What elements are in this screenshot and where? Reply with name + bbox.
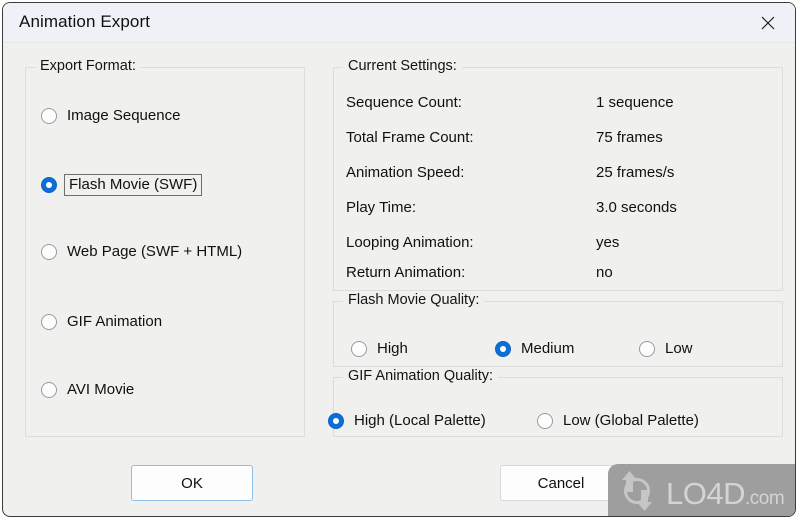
setting-row: Sequence Count: 1 sequence <box>334 94 782 114</box>
current-settings-group: Current Settings: Sequence Count: 1 sequ… <box>333 58 783 291</box>
setting-row: Looping Animation: yes <box>334 234 782 254</box>
radio-export-format-web-page[interactable]: Web Page (SWF + HTML) <box>41 244 242 260</box>
radio-label: High <box>377 340 408 357</box>
radio-label: AVI Movie <box>67 381 135 398</box>
title-bar: Animation Export <box>3 3 795 43</box>
radio-mark-icon <box>537 413 553 429</box>
radio-label: Medium <box>521 340 575 357</box>
setting-row: Animation Speed: 25 frames/s <box>334 164 782 184</box>
radio-label: High (Local Palette) <box>354 412 486 429</box>
circular-arrows-icon <box>614 470 660 517</box>
radio-mark-icon <box>351 341 367 357</box>
setting-value: yes <box>596 234 620 251</box>
radio-export-format-image-sequence[interactable]: Image Sequence <box>41 108 180 124</box>
radio-export-format-flash-movie[interactable]: Flash Movie (SWF) <box>41 174 203 196</box>
radio-label: Low (Global Palette) <box>563 412 699 429</box>
flash-movie-quality-legend: Flash Movie Quality: <box>343 292 485 308</box>
setting-value: 1 sequence <box>596 94 674 111</box>
radio-label: Low <box>665 340 693 357</box>
radio-label: Web Page (SWF + HTML) <box>67 243 243 260</box>
radio-mark-icon <box>41 177 57 193</box>
radio-gif-quality-low-global-palette[interactable]: Low (Global Palette) <box>537 413 699 429</box>
animation-export-dialog: Animation Export Export Format: Image Se… <box>2 2 796 517</box>
setting-label: Play Time: <box>346 199 417 216</box>
setting-value: no <box>596 264 613 281</box>
window-title: Animation Export <box>19 12 151 31</box>
close-button[interactable] <box>745 3 791 42</box>
radio-label: Image Sequence <box>67 107 181 124</box>
radio-gif-quality-high-local-palette[interactable]: High (Local Palette) <box>328 413 486 429</box>
export-format-legend: Export Format: <box>35 58 141 74</box>
setting-value: 75 frames <box>596 129 663 146</box>
setting-value: 3.0 seconds <box>596 199 677 216</box>
radio-mark-icon <box>41 244 57 260</box>
setting-label: Looping Animation: <box>346 234 474 251</box>
setting-row: Return Animation: no <box>334 264 782 284</box>
setting-row: Play Time: 3.0 seconds <box>334 199 782 219</box>
watermark: LO4D.com <box>608 464 795 517</box>
radio-mark-icon <box>41 382 57 398</box>
radio-mark-icon <box>639 341 655 357</box>
watermark-brand: LO4D <box>666 475 745 511</box>
ok-button[interactable]: OK <box>131 465 253 501</box>
watermark-text: LO4D.com <box>666 475 785 511</box>
radio-export-format-gif-animation[interactable]: GIF Animation <box>41 314 162 330</box>
radio-label: Flash Movie (SWF) <box>64 174 203 196</box>
radio-mark-icon <box>41 108 57 124</box>
setting-label: Animation Speed: <box>346 164 465 181</box>
close-icon <box>761 16 775 30</box>
radio-flash-quality-medium[interactable]: Medium <box>495 341 574 357</box>
radio-label: GIF Animation <box>67 313 163 330</box>
setting-label: Return Animation: <box>346 264 466 281</box>
radio-flash-quality-low[interactable]: Low <box>639 341 693 357</box>
radio-export-format-avi-movie[interactable]: AVI Movie <box>41 382 134 398</box>
setting-row: Total Frame Count: 75 frames <box>334 129 782 149</box>
setting-label: Total Frame Count: <box>346 129 474 146</box>
gif-animation-quality-legend: GIF Animation Quality: <box>343 368 499 384</box>
radio-mark-icon <box>328 413 344 429</box>
cancel-button[interactable]: Cancel <box>500 465 622 501</box>
flash-movie-quality-group: Flash Movie Quality: <box>333 292 783 367</box>
watermark-tld: .com <box>744 487 785 509</box>
setting-value: 25 frames/s <box>596 164 675 181</box>
radio-mark-icon <box>41 314 57 330</box>
radio-flash-quality-high[interactable]: High <box>351 341 408 357</box>
current-settings-legend: Current Settings: <box>343 58 462 74</box>
radio-mark-icon <box>495 341 511 357</box>
setting-label: Sequence Count: <box>346 94 462 111</box>
